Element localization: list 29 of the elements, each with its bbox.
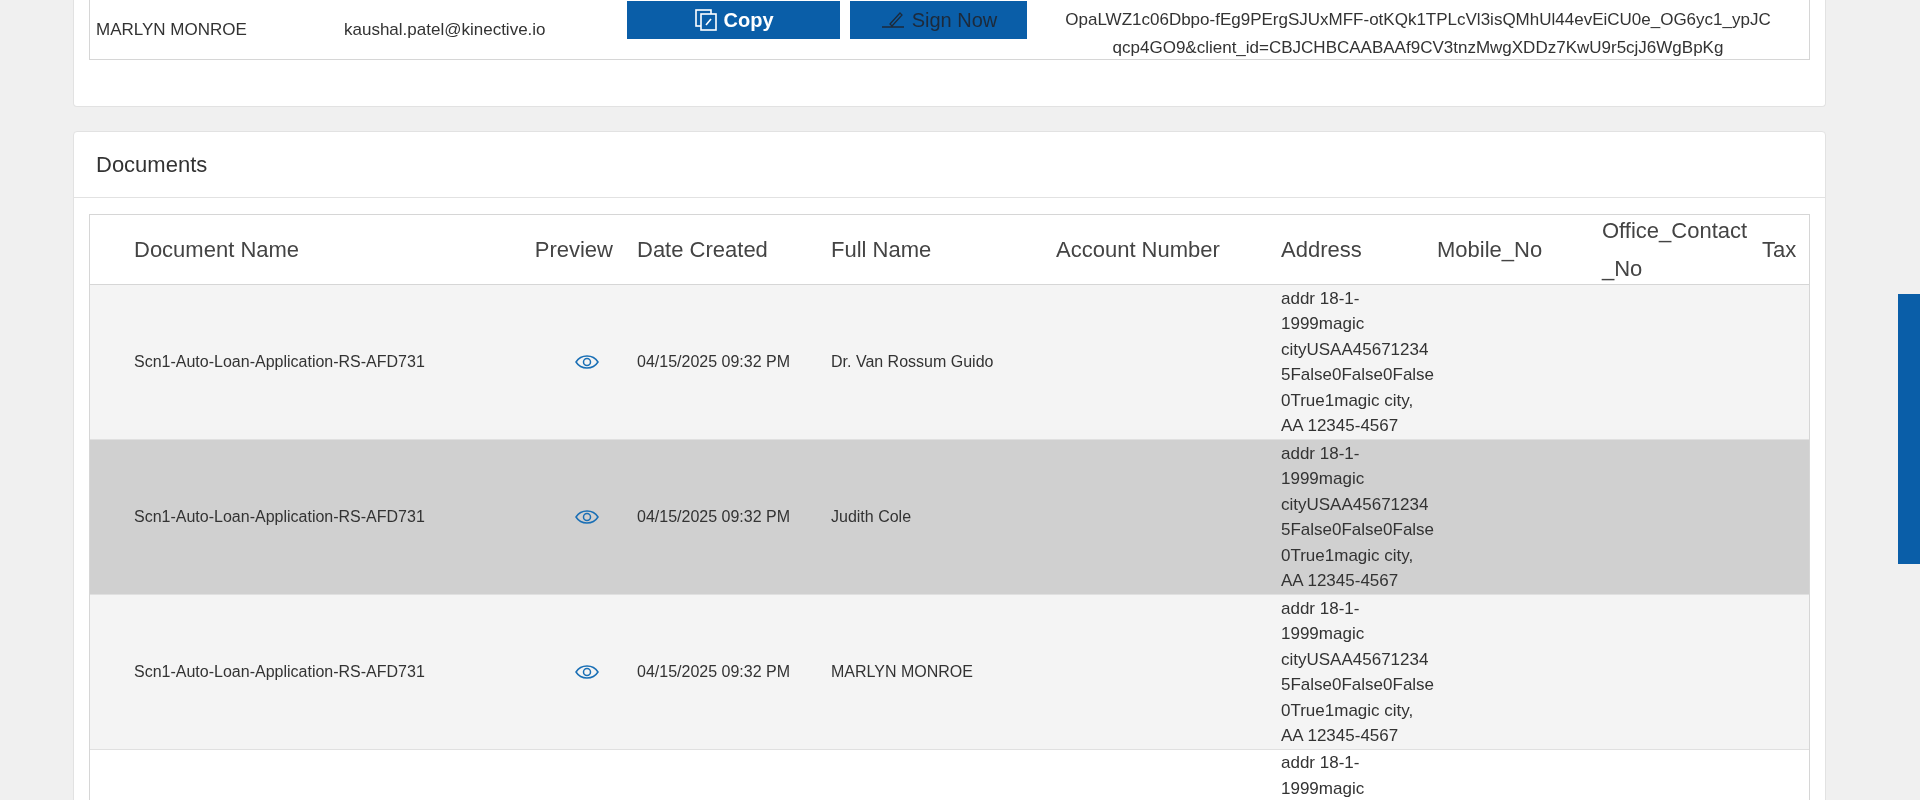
table-cell: 04/15/2025 09:32 PM bbox=[637, 353, 790, 370]
table-cell: Judith Cole bbox=[831, 508, 912, 525]
table-cell: Scn1-Auto-Loan-Application-RS-AFD731 bbox=[134, 508, 425, 525]
column-header: Date Created bbox=[636, 235, 769, 264]
table-cell-text: addr 18-1- 1999magic bbox=[1281, 752, 1366, 800]
eye-icon[interactable] bbox=[575, 354, 599, 370]
column-header: Tax bbox=[1761, 235, 1798, 264]
table-cell: 04/15/2025 09:32 PM bbox=[637, 508, 790, 525]
eye-icon[interactable] bbox=[575, 509, 599, 525]
table-cell: Scn1-Auto-Loan-Application-RS-AFD731 bbox=[134, 663, 425, 680]
column-header: Address bbox=[1280, 235, 1363, 264]
column-header: Preview bbox=[533, 235, 614, 264]
signer-name: MARLYN MONROE bbox=[95, 18, 248, 41]
table-cell: 04/15/2025 09:32 PM bbox=[637, 663, 790, 680]
table-cell: MARLYN MONROE bbox=[831, 663, 973, 680]
eye-icon[interactable] bbox=[575, 664, 599, 680]
column-header: Document Name bbox=[133, 235, 301, 264]
section-title: Documents bbox=[96, 151, 208, 179]
table-cell: Scn1-Auto-Loan-Application-RS-AFD731 bbox=[134, 353, 425, 370]
column-header: Mobile_No bbox=[1436, 235, 1544, 264]
signing-url: OpaLWZ1c06Dbpo-fEg9PErgSJUxMFF-otKQk1TPLcVl3isQMhUl44evEiCU0e_OG6yc1_ypJC qcp4GO9&client_id=CBJCHBCAABAAf9CV3tnzMwgXDDz7KwU9r5cjJ6WgBpKg bbox=[1064, 8, 1772, 59]
pen-icon bbox=[879, 10, 906, 29]
table-cell: Dr. Van Rossum Guido bbox=[831, 353, 994, 370]
signer-email: kaushal.patel@kinective.io bbox=[344, 18, 547, 41]
column-header: Account Number bbox=[1055, 235, 1221, 264]
copy-link-icon bbox=[693, 7, 718, 32]
column-header: Full Name bbox=[830, 235, 933, 264]
copy-button[interactable]: Copy bbox=[627, 0, 840, 39]
column-header: Office_Contact _No bbox=[1600, 216, 1749, 283]
